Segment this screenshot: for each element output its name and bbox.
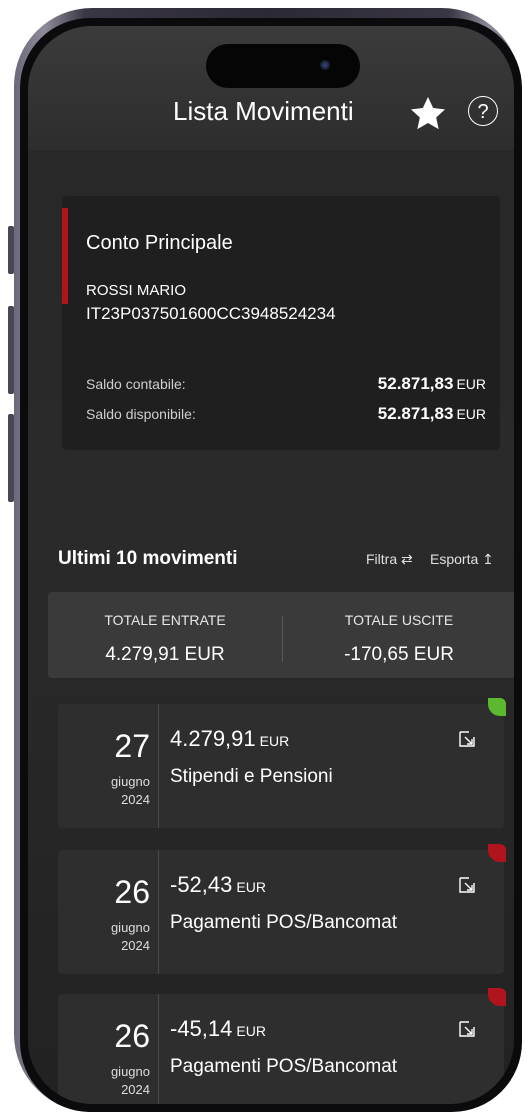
- app-screen: Lista Movimenti ? Conto Principale ROSSI…: [28, 26, 514, 1104]
- transaction-day: 26: [114, 1018, 150, 1054]
- account-name: Conto Principale: [86, 232, 233, 254]
- open-detail-icon[interactable]: [458, 730, 476, 748]
- saldo-contabile-currency: EUR: [456, 376, 486, 392]
- totale-uscite-value: -170,65 EUR: [344, 644, 454, 665]
- transaction-type-indicator: [488, 988, 506, 1006]
- saldo-disponibile-label: Saldo disponibile:: [86, 406, 196, 422]
- transaction-type-indicator: [488, 698, 506, 716]
- transaction-day: 27: [114, 728, 150, 764]
- help-icon[interactable]: ?: [468, 96, 498, 126]
- transaction-description: Pagamenti POS/Bancomat: [170, 912, 398, 933]
- transaction-divider: [158, 850, 159, 974]
- account-accent-bar: [62, 208, 68, 304]
- saldo-contabile-label: Saldo contabile:: [86, 376, 186, 392]
- transaction-row[interactable]: 26 giugno 2024 -52,43 EUR Pagamenti POS/B…: [58, 844, 506, 974]
- transaction-amount: -52,43 EUR: [170, 872, 266, 897]
- export-button[interactable]: Esporta ↥: [430, 551, 494, 568]
- transaction-row[interactable]: 27 giugno 2024 4.279,91 EUR Stipendi e Pe…: [58, 698, 506, 828]
- transaction-description: Pagamenti POS/Bancomat: [170, 1056, 398, 1077]
- transaction-year: 2024: [121, 792, 150, 807]
- transaction-currency: EUR: [236, 1023, 266, 1039]
- page-title: Lista Movimenti: [173, 96, 354, 126]
- saldo-disponibile-value: 52.871,83 EUR: [377, 404, 486, 423]
- transaction-currency: EUR: [236, 879, 266, 895]
- account-iban: IT23P037501600CC3948524234: [86, 304, 336, 323]
- transaction-divider: [158, 994, 159, 1104]
- movements-title: Ultimi 10 movimenti: [58, 548, 238, 569]
- totale-entrate-label: TOTALE ENTRATE: [104, 612, 226, 628]
- transaction-amount: -45,14 EUR: [170, 1016, 266, 1041]
- totale-uscite-label: TOTALE USCITE: [344, 612, 454, 628]
- open-detail-icon[interactable]: [458, 876, 476, 894]
- totals-panel: TOTALE ENTRATE 4.279,91 EUR TOTALE USCIT…: [48, 592, 514, 678]
- transaction-month: giugno: [110, 920, 150, 935]
- dynamic-island: [206, 44, 360, 88]
- account-holder: ROSSI MARIO: [86, 282, 187, 299]
- transaction-divider: [158, 704, 159, 828]
- transaction-month: giugno: [110, 774, 150, 789]
- export-icon: ↥: [482, 551, 494, 567]
- transaction-amount: 4.279,91 EUR: [170, 726, 290, 751]
- filter-icon: ⇄: [401, 551, 413, 567]
- filter-button[interactable]: Filtra ⇄: [366, 551, 413, 568]
- transaction-year: 2024: [121, 938, 150, 953]
- open-detail-icon[interactable]: [458, 1020, 476, 1038]
- transaction-month: giugno: [110, 1064, 150, 1079]
- totale-entrate-value: 4.279,91 EUR: [105, 644, 225, 665]
- star-icon[interactable]: [408, 94, 448, 134]
- transaction-row[interactable]: 26 giugno 2024 -45,14 EUR Pagamenti POS/B…: [58, 988, 506, 1104]
- transaction-year: 2024: [121, 1082, 150, 1097]
- account-card[interactable]: Conto Principale ROSSI MARIO IT23P037501…: [62, 196, 500, 450]
- saldo-contabile-value: 52.871,83 EUR: [377, 374, 486, 393]
- camera-icon: [320, 60, 330, 70]
- transaction-type-indicator: [488, 844, 506, 862]
- transaction-description: Stipendi e Pensioni: [170, 766, 333, 787]
- saldo-disponibile-currency: EUR: [456, 406, 486, 422]
- transaction-currency: EUR: [259, 733, 290, 749]
- transaction-day: 26: [114, 874, 150, 910]
